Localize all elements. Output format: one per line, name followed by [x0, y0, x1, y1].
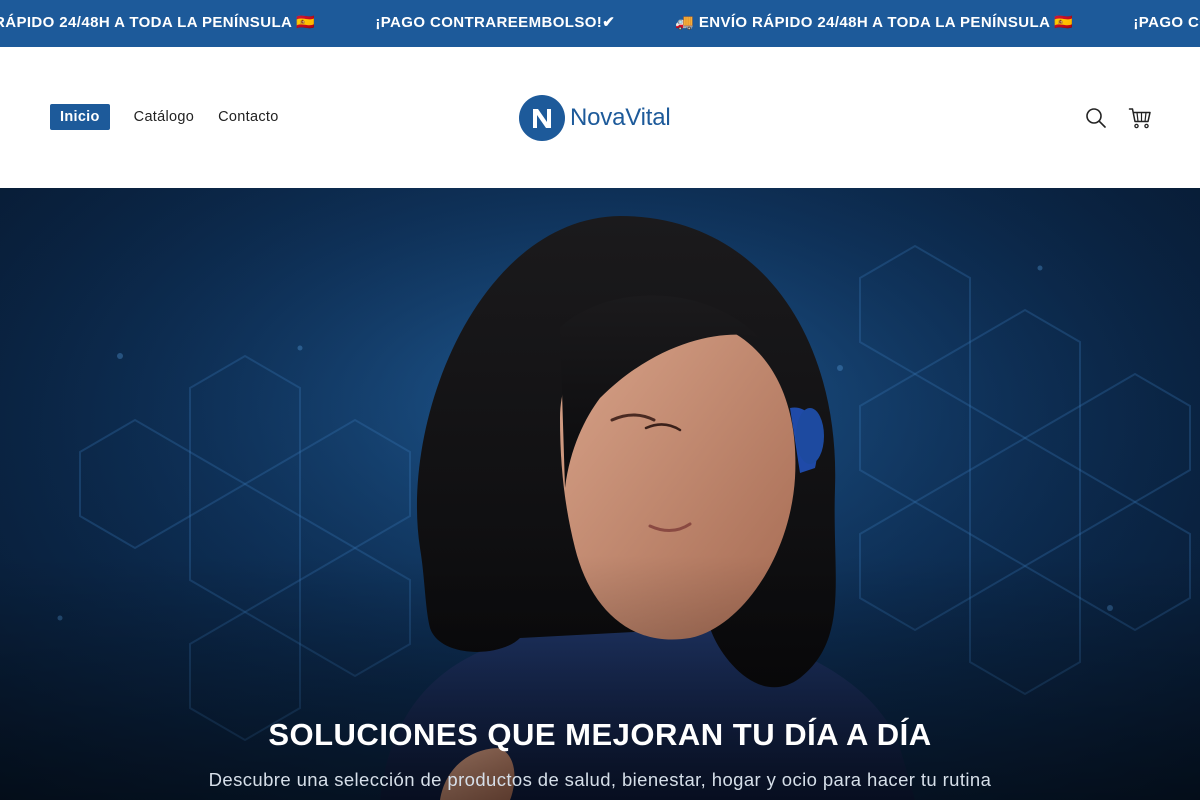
announcement-item: RÁPIDO 24/48H A TODA LA PENÍNSULA 🇪🇸 — [0, 14, 316, 31]
site-header: Inicio Catálogo Contacto NovaVital — [0, 47, 1200, 188]
logo-n-icon — [533, 109, 551, 128]
main-nav: Inicio Catálogo Contacto — [50, 104, 303, 130]
announcement-item: ¡PAGO CONTRAREEMBOLSO!✔ — [1133, 14, 1200, 31]
nav-link-inicio[interactable]: Inicio — [50, 104, 110, 130]
nav-link-catalogo[interactable]: Catálogo — [134, 104, 194, 130]
header-actions — [1084, 106, 1152, 130]
nav-link-contacto[interactable]: Contacto — [218, 104, 278, 130]
hero-image — [0, 188, 1200, 800]
site-logo[interactable]: NovaVital — [519, 95, 671, 141]
cart-icon[interactable] — [1128, 106, 1152, 130]
logo-text: NovaVital — [570, 104, 671, 131]
search-icon[interactable] — [1084, 106, 1108, 130]
hero-banner: SOLUCIONES QUE MEJORAN TU DÍA A DÍA Desc… — [0, 188, 1200, 800]
announcement-item: ¡PAGO CONTRAREEMBOLSO!✔ — [375, 14, 616, 31]
announcement-track: RÁPIDO 24/48H A TODA LA PENÍNSULA 🇪🇸 ¡PA… — [0, 14, 1200, 32]
hero-title: SOLUCIONES QUE MEJORAN TU DÍA A DÍA — [268, 717, 932, 752]
logo-mark — [519, 95, 565, 141]
announcement-item: 🚚 ENVÍO RÁPIDO 24/48H A TODA LA PENÍNSUL… — [675, 14, 1074, 31]
announcement-bar: RÁPIDO 24/48H A TODA LA PENÍNSULA 🇪🇸 ¡PA… — [0, 0, 1200, 47]
hero-subtitle: Descubre una selección de productos de s… — [208, 769, 992, 790]
